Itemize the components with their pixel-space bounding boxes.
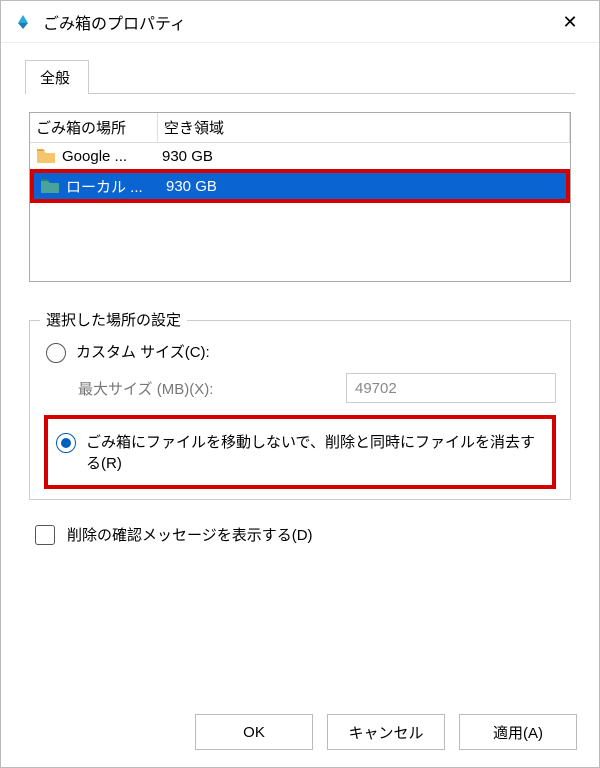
radio-no-recycle[interactable]: ごみ箱にファイルを移動しないで、削除と同時にファイルを消去する(R) xyxy=(54,425,546,479)
highlight-annotation: ローカル ... 930 GB xyxy=(30,169,570,203)
max-size-row: 最大サイズ (MB)(X): xyxy=(44,369,556,411)
radio-icon xyxy=(56,433,76,453)
dialog-buttons: OK キャンセル 適用(A) xyxy=(1,697,599,767)
checkbox-icon xyxy=(35,525,55,545)
header-free[interactable]: 空き領域 xyxy=(158,113,570,143)
list-item[interactable]: Google ... 930 GB xyxy=(30,143,570,169)
folder-icon xyxy=(40,178,60,194)
location-settings-group: 選択した場所の設定 カスタム サイズ(C): 最大サイズ (MB)(X): ごみ… xyxy=(29,320,571,500)
highlight-annotation: ごみ箱にファイルを移動しないで、削除と同時にファイルを消去する(R) xyxy=(44,415,556,489)
radio-icon xyxy=(46,343,66,363)
list-item[interactable]: ローカル ... 930 GB xyxy=(34,173,566,199)
radio-label: カスタム サイズ(C): xyxy=(76,341,210,362)
location-list[interactable]: ごみ箱の場所 空き領域 Google ... 930 GB ローカル ... 9… xyxy=(29,112,571,282)
group-title: 選択した場所の設定 xyxy=(40,309,187,330)
header-location[interactable]: ごみ箱の場所 xyxy=(30,113,158,143)
confirm-delete-checkbox[interactable]: 削除の確認メッセージを表示する(D) xyxy=(29,524,571,545)
folder-icon xyxy=(36,148,56,164)
apply-button[interactable]: 適用(A) xyxy=(459,714,577,750)
recycle-bin-icon xyxy=(13,12,33,32)
list-header: ごみ箱の場所 空き領域 xyxy=(30,113,570,143)
tab-label: 全般 xyxy=(40,70,70,87)
radio-label: ごみ箱にファイルを移動しないで、削除と同時にファイルを消去する(R) xyxy=(86,431,544,473)
checkbox-label: 削除の確認メッセージを表示する(D) xyxy=(67,524,313,545)
cell-location: Google ... xyxy=(62,148,158,165)
ok-button[interactable]: OK xyxy=(195,714,313,750)
window-title: ごみ箱のプロパティ xyxy=(43,10,547,34)
radio-custom-size[interactable]: カスタム サイズ(C): xyxy=(44,335,556,369)
max-size-input[interactable] xyxy=(346,373,556,403)
button-label: キャンセル xyxy=(348,722,423,743)
close-button[interactable]: ✕ xyxy=(547,1,593,42)
cell-free: 930 GB xyxy=(158,148,213,165)
tab-bar: 全般 xyxy=(1,43,599,94)
titlebar: ごみ箱のプロパティ ✕ xyxy=(1,1,599,43)
button-label: OK xyxy=(243,724,265,741)
tab-general[interactable]: 全般 xyxy=(25,60,89,94)
close-icon: ✕ xyxy=(562,13,577,31)
cancel-button[interactable]: キャンセル xyxy=(327,714,445,750)
recycle-bin-properties-window: ごみ箱のプロパティ ✕ 全般 ごみ箱の場所 空き領域 Google ... 93… xyxy=(0,0,600,768)
tab-content: ごみ箱の場所 空き領域 Google ... 930 GB ローカル ... 9… xyxy=(1,94,599,697)
max-size-label: 最大サイズ (MB)(X): xyxy=(78,378,346,399)
button-label: 適用(A) xyxy=(493,722,543,743)
cell-location: ローカル ... xyxy=(66,176,162,197)
cell-free: 930 GB xyxy=(162,178,217,195)
